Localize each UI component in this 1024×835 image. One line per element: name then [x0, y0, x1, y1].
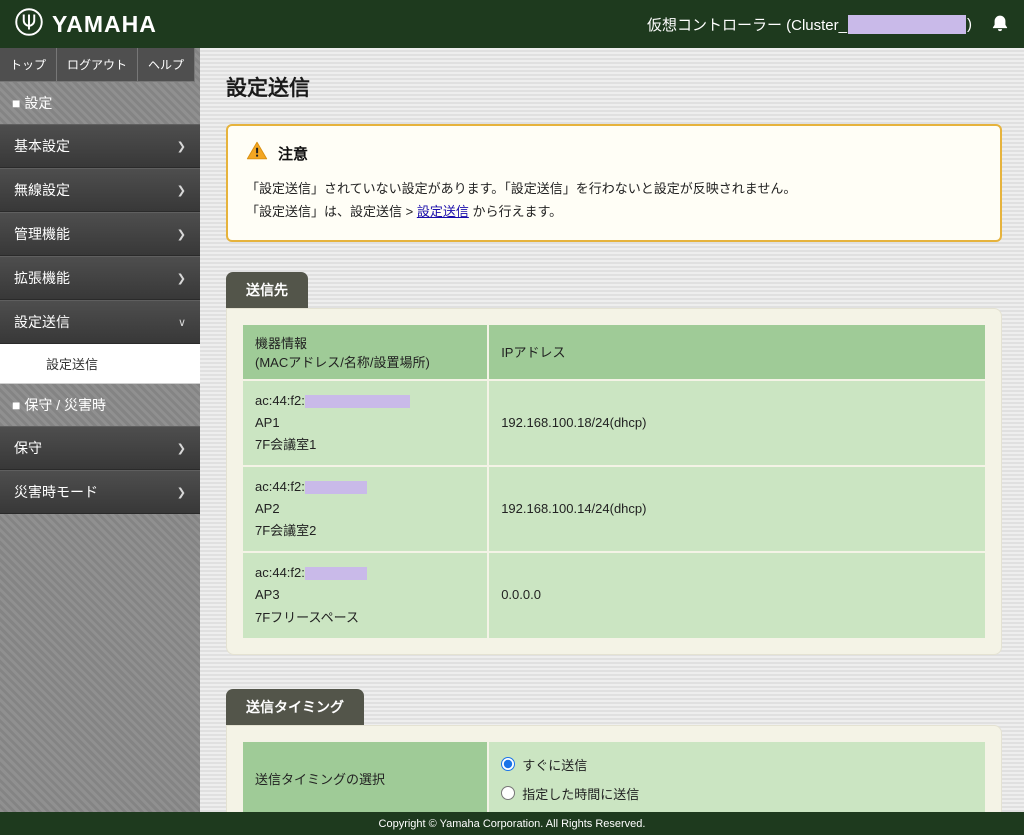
sidebar-section-settings: ■ 設定: [0, 82, 200, 124]
sidebar-top-tabs: トップ ログアウト ヘルプ: [0, 48, 200, 82]
sidebar: トップ ログアウト ヘルプ ■ 設定 基本設定 ❯ 無線設定 ❯ 管理機能 ❯ …: [0, 48, 200, 812]
chevron-down-icon: ∨: [178, 316, 186, 329]
copyright-text: Copyright © Yamaha Corporation. All Righ…: [379, 818, 646, 830]
destination-section-label: 送信先: [226, 272, 308, 308]
table-header-row: 機器情報 (MACアドレス/名称/設置場所) IPアドレス: [243, 325, 985, 379]
timing-row-label: 送信タイミングの選択: [243, 742, 487, 812]
sidebar-item-config-send[interactable]: 設定送信 ∨: [0, 300, 200, 344]
sidebar-item-management[interactable]: 管理機能 ❯: [0, 212, 200, 256]
warning-notice: 注意 「設定送信」されていない設定があります。「設定送信」を行わないと設定が反映…: [226, 124, 1002, 242]
device-info-cell: ac:44:f2: AP3 7Fフリースペース: [243, 553, 487, 637]
radio-option-send-now[interactable]: すぐに送信: [501, 750, 973, 779]
chevron-right-icon: ❯: [177, 442, 186, 455]
ip-cell: 192.168.100.18/24(dhcp): [489, 381, 985, 465]
redacted-mac: [305, 395, 410, 408]
device-info-cell: ac:44:f2: AP2 7F会議室2: [243, 467, 487, 551]
redacted-mac: [305, 567, 367, 580]
timing-options-cell: すぐに送信 指定した時間に送信: [489, 742, 985, 812]
tab-top[interactable]: トップ: [0, 48, 57, 82]
table-row: ac:44:f2: AP2 7F会議室2 192.168.100.14/24(d…: [243, 467, 985, 551]
config-send-link[interactable]: 設定送信: [417, 204, 469, 219]
sidebar-item-maintenance[interactable]: 保守 ❯: [0, 426, 200, 470]
send-now-radio[interactable]: [501, 757, 515, 771]
column-header-ip: IPアドレス: [489, 325, 985, 379]
app-window: YAMAHA 仮想コントローラー (Cluster_) トップ ログアウト ヘル…: [0, 0, 1024, 835]
table-row: ac:44:f2: AP3 7Fフリースペース 0.0.0.0: [243, 553, 985, 637]
chevron-right-icon: ❯: [177, 272, 186, 285]
column-header-device-info: 機器情報 (MACアドレス/名称/設置場所): [243, 325, 487, 379]
brand-text: YAMAHA: [52, 11, 157, 38]
warning-triangle-icon: [246, 140, 268, 167]
sidebar-section-maintenance: ■ 保守 / 災害時: [0, 384, 200, 426]
table-row: ac:44:f2: AP1 7F会議室1 192.168.100.18/24(d…: [243, 381, 985, 465]
notice-title: 注意: [278, 143, 308, 164]
yamaha-tuning-fork-icon: [14, 7, 44, 42]
ip-cell: 192.168.100.14/24(dhcp): [489, 467, 985, 551]
top-header: YAMAHA 仮想コントローラー (Cluster_): [0, 0, 1024, 48]
redacted-mac: [305, 481, 367, 494]
notification-bell-icon[interactable]: [990, 14, 1010, 34]
radio-option-send-scheduled[interactable]: 指定した時間に送信: [501, 779, 973, 808]
yamaha-logo: YAMAHA: [14, 7, 157, 42]
sidebar-item-wireless-settings[interactable]: 無線設定 ❯: [0, 168, 200, 212]
sidebar-item-extended[interactable]: 拡張機能 ❯: [0, 256, 200, 300]
timing-section: 送信タイミング 送信タイミングの選択 すぐに送信: [226, 689, 1002, 812]
chevron-right-icon: ❯: [177, 140, 186, 153]
sidebar-item-disaster-mode[interactable]: 災害時モード ❯: [0, 470, 200, 514]
notice-line-1: 「設定送信」されていない設定があります。「設定送信」を行わないと設定が反映されま…: [246, 177, 982, 200]
device-info-cell: ac:44:f2: AP1 7F会議室1: [243, 381, 487, 465]
chevron-right-icon: ❯: [177, 184, 186, 197]
send-scheduled-radio[interactable]: [501, 786, 515, 800]
tab-help[interactable]: ヘルプ: [138, 48, 195, 82]
destination-section: 送信先 機器情報 (MACアドレス/名称/設置場所) IPアドレス: [226, 272, 1002, 655]
controller-title: 仮想コントローラー (Cluster_): [647, 14, 972, 35]
sidebar-subitem-config-send[interactable]: 設定送信: [0, 344, 200, 384]
timing-section-label: 送信タイミング: [226, 689, 364, 725]
chevron-right-icon: ❯: [177, 228, 186, 241]
tab-logout[interactable]: ログアウト: [57, 48, 138, 82]
destination-table: 機器情報 (MACアドレス/名称/設置場所) IPアドレス ac:44:f2: …: [241, 323, 987, 640]
page-title: 設定送信: [226, 72, 1002, 102]
timing-table: 送信タイミングの選択 すぐに送信 指定した時間に送信: [241, 740, 987, 812]
ip-cell: 0.0.0.0: [489, 553, 985, 637]
main-content: 設定送信 注意 「設定送信」されていない設定があります。「設定送信」を行わないと…: [200, 48, 1024, 812]
chevron-right-icon: ❯: [177, 486, 186, 499]
redacted-cluster-name: [848, 15, 966, 34]
notice-line-2: 「設定送信」は、設定送信 > 設定送信 から行えます。: [246, 200, 982, 223]
footer: Copyright © Yamaha Corporation. All Righ…: [0, 812, 1024, 835]
sidebar-item-basic-settings[interactable]: 基本設定 ❯: [0, 124, 200, 168]
